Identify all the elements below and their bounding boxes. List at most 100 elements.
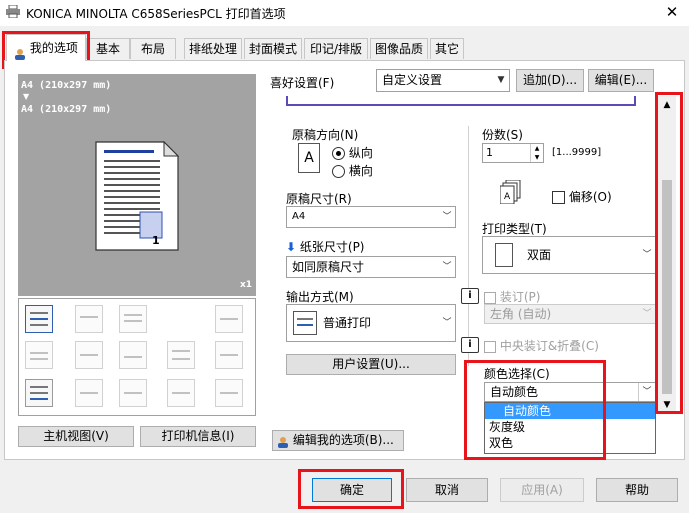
copies-value: 1 (486, 146, 493, 159)
print-icon[interactable] (25, 305, 53, 333)
help-button[interactable]: 帮助 (596, 478, 678, 502)
summary-frame (286, 96, 636, 106)
print-type-select[interactable]: 双面 ﹀ (482, 236, 656, 274)
paper-size-label-row: ⬇ 纸张尺寸(P) (286, 238, 365, 255)
copies-input[interactable]: 1 ▲ ▼ (482, 143, 544, 163)
arrow-down-icon: ⬇ (286, 240, 297, 254)
tab-my-options[interactable]: 我的选项 (6, 34, 86, 61)
layout-icon[interactable] (75, 379, 103, 407)
user-icon (14, 43, 26, 60)
staple-checkbox[interactable]: 装订(P) (484, 288, 540, 305)
ok-button[interactable]: 确定 (312, 478, 392, 502)
orientation-label: 原稿方向(N) (292, 128, 359, 142)
paper-size-select[interactable]: 如同原稿尺寸 ﹀ (286, 256, 456, 278)
chevron-down-icon: ﹀ (442, 262, 452, 272)
paper-size-value: 如同原稿尺寸 (292, 260, 365, 274)
preview-page-number: 1 (152, 234, 160, 247)
edit-favorite-button[interactable]: 编辑(E)... (588, 69, 654, 92)
portrait-label: 纵向 (348, 146, 373, 160)
scroll-up-icon[interactable]: ▲ (658, 100, 676, 110)
rotate-icon[interactable] (215, 305, 243, 333)
tab-stamp[interactable]: 印记/排版 (304, 38, 368, 59)
color-option-grayscale[interactable]: 灰度级 (485, 419, 655, 435)
tab-basic[interactable]: 基本 (86, 38, 130, 59)
tray-icon[interactable] (75, 305, 103, 333)
chevron-down-icon: ﹀ (442, 318, 452, 328)
preview-arrow: ▼ (23, 92, 30, 101)
scroll-down-icon[interactable]: ▼ (658, 400, 676, 410)
tab-image-quality[interactable]: 图像品质 (370, 38, 428, 59)
copies-range: [1...9999] (552, 147, 602, 158)
stack-icon[interactable] (215, 341, 243, 369)
document-icon[interactable] (25, 379, 53, 407)
center-staple-checkbox[interactable]: 中央装订&折叠(C) (484, 337, 599, 354)
staple-select[interactable]: 左角 (自动) ﹀ (484, 304, 656, 324)
offset-label: 偏移(O) (568, 190, 612, 204)
tab-layout[interactable]: 布局 (130, 38, 176, 59)
chevron-down-icon: ﹀ (642, 250, 652, 260)
function-icons-pane (18, 298, 256, 416)
preview-pane: A4 (210x297 mm) ▼ A4 (210x297 mm) 1 x1 (18, 74, 256, 296)
favorites-select[interactable]: 自定义设置 ▼ (376, 69, 510, 92)
chevron-down-icon: ▼ (497, 75, 505, 85)
info-icon[interactable]: i (461, 288, 479, 304)
punch-icon[interactable] (215, 379, 243, 407)
chevron-down-icon: ﹀ (442, 212, 452, 222)
printer-icon (6, 4, 20, 19)
checkbox-icon (484, 291, 496, 304)
offset-checkbox[interactable]: 偏移(O) (552, 188, 612, 205)
apply-button[interactable]: 应用(A) (500, 478, 584, 502)
tab-cover-mode[interactable]: 封面模式 (244, 38, 302, 59)
color-value: 自动颜色 (490, 385, 539, 399)
duplex-icon[interactable] (119, 379, 147, 407)
favorites-label: 喜好设置(F) (270, 76, 335, 90)
booklet-icon[interactable] (25, 341, 53, 369)
spinner-icon[interactable]: ▲ ▼ (530, 144, 543, 162)
scroll-thumb[interactable] (662, 180, 672, 394)
radio-selected-icon (332, 147, 345, 160)
collate-icon: A (499, 179, 522, 205)
divider-vertical (468, 126, 469, 366)
color-select[interactable]: 自动颜色 ﹀ (484, 382, 656, 402)
chevron-down-icon: ﹀ (642, 309, 652, 319)
staple-icon[interactable] (167, 379, 195, 407)
cancel-button[interactable]: 取消 (406, 478, 488, 502)
output-select[interactable]: 普通打印 ﹀ (286, 304, 456, 342)
print-type-label: 打印类型(T) (482, 222, 547, 236)
color-label: 颜色选择(C) (484, 367, 550, 381)
portrait-radio[interactable]: 纵向 (332, 144, 373, 161)
staple-value: 左角 (自动) (490, 307, 552, 321)
copies-label: 份数(S) (482, 128, 523, 142)
copy-icon[interactable] (119, 305, 147, 333)
edit-my-options-label: 编辑我的选项(B)... (292, 433, 394, 447)
landscape-radio[interactable]: 横向 (332, 162, 373, 179)
form-icon[interactable] (167, 341, 195, 369)
radio-empty-icon (332, 165, 345, 178)
landscape-label: 横向 (348, 164, 373, 178)
paper-size-label: 纸张尺寸(P) (299, 240, 365, 254)
add-favorite-button[interactable]: 追加(D)... (516, 69, 584, 92)
color-option-two-color[interactable]: 双色 (485, 435, 655, 451)
original-size-value: A4 (292, 211, 306, 222)
orientation-icon: A (298, 143, 320, 173)
preview-page (94, 140, 182, 255)
tab-other[interactable]: 其它 (430, 38, 464, 59)
chevron-down-icon: ﹀ (638, 383, 655, 401)
close-button[interactable]: ✕ (655, 0, 689, 24)
combine-icon[interactable] (75, 341, 103, 369)
output-value: 普通打印 (323, 316, 372, 330)
preview-size-2: A4 (210x297 mm) (21, 104, 112, 115)
original-size-select[interactable]: A4 ﹀ (286, 206, 456, 228)
user-settings-button[interactable]: 用户设置(U)... (286, 354, 456, 375)
color-option-auto[interactable]: 自动颜色 (485, 403, 655, 419)
favorites-value: 自定义设置 (382, 73, 443, 87)
edit-my-options-button[interactable]: 编辑我的选项(B)... (272, 430, 404, 451)
vertical-scrollbar[interactable]: ▲ ▼ (658, 96, 676, 414)
color-dropdown-list: 自动颜色 灰度级 双色 (484, 402, 656, 454)
printer-info-button[interactable]: 打印机信息(I) (140, 426, 256, 447)
font-icon[interactable] (119, 341, 147, 369)
info-icon[interactable]: i (461, 337, 479, 353)
host-view-button[interactable]: 主机视图(V) (18, 426, 134, 447)
tab-paper-output[interactable]: 排纸处理 (184, 38, 242, 59)
center-staple-label: 中央装订&折叠(C) (499, 339, 599, 353)
